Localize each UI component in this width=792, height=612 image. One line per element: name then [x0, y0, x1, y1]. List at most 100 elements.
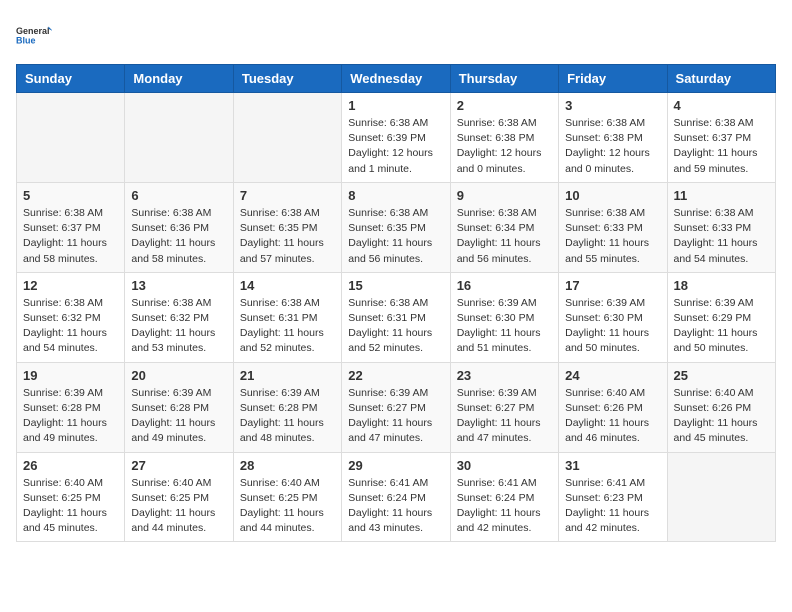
day-info: Sunrise: 6:41 AM Sunset: 6:24 PM Dayligh…: [348, 476, 443, 537]
calendar-cell: 27 Sunrise: 6:40 AM Sunset: 6:25 PM Dayli…: [125, 452, 233, 542]
header-friday: Friday: [559, 65, 667, 93]
day-number: 6: [131, 188, 226, 203]
logo-icon: General Blue: [16, 16, 52, 56]
day-number: 2: [457, 98, 552, 113]
day-info: Sunrise: 6:39 AM Sunset: 6:28 PM Dayligh…: [240, 386, 335, 447]
day-number: 22: [348, 368, 443, 383]
day-number: 26: [23, 458, 118, 473]
header-thursday: Thursday: [450, 65, 558, 93]
svg-text:General: General: [16, 26, 50, 36]
day-number: 31: [565, 458, 660, 473]
day-info: Sunrise: 6:40 AM Sunset: 6:25 PM Dayligh…: [131, 476, 226, 537]
day-info: Sunrise: 6:38 AM Sunset: 6:37 PM Dayligh…: [674, 116, 769, 177]
calendar-cell: 21 Sunrise: 6:39 AM Sunset: 6:28 PM Dayli…: [233, 362, 341, 452]
day-info: Sunrise: 6:38 AM Sunset: 6:39 PM Dayligh…: [348, 116, 443, 177]
svg-text:Blue: Blue: [16, 36, 36, 46]
calendar-cell: 2 Sunrise: 6:38 AM Sunset: 6:38 PM Daylig…: [450, 93, 558, 183]
day-info: Sunrise: 6:38 AM Sunset: 6:32 PM Dayligh…: [131, 296, 226, 357]
calendar-cell: 4 Sunrise: 6:38 AM Sunset: 6:37 PM Daylig…: [667, 93, 775, 183]
day-info: Sunrise: 6:38 AM Sunset: 6:38 PM Dayligh…: [565, 116, 660, 177]
day-number: 28: [240, 458, 335, 473]
calendar-cell: 5 Sunrise: 6:38 AM Sunset: 6:37 PM Daylig…: [17, 182, 125, 272]
calendar-cell: [17, 93, 125, 183]
day-number: 3: [565, 98, 660, 113]
calendar-cell: 14 Sunrise: 6:38 AM Sunset: 6:31 PM Dayli…: [233, 272, 341, 362]
day-number: 14: [240, 278, 335, 293]
calendar-cell: [667, 452, 775, 542]
header-tuesday: Tuesday: [233, 65, 341, 93]
calendar-cell: 3 Sunrise: 6:38 AM Sunset: 6:38 PM Daylig…: [559, 93, 667, 183]
header-saturday: Saturday: [667, 65, 775, 93]
day-info: Sunrise: 6:38 AM Sunset: 6:35 PM Dayligh…: [240, 206, 335, 267]
day-info: Sunrise: 6:39 AM Sunset: 6:28 PM Dayligh…: [131, 386, 226, 447]
calendar-cell: 8 Sunrise: 6:38 AM Sunset: 6:35 PM Daylig…: [342, 182, 450, 272]
day-number: 5: [23, 188, 118, 203]
day-info: Sunrise: 6:38 AM Sunset: 6:33 PM Dayligh…: [565, 206, 660, 267]
calendar-cell: 30 Sunrise: 6:41 AM Sunset: 6:24 PM Dayli…: [450, 452, 558, 542]
day-number: 16: [457, 278, 552, 293]
calendar-cell: 17 Sunrise: 6:39 AM Sunset: 6:30 PM Dayli…: [559, 272, 667, 362]
day-info: Sunrise: 6:40 AM Sunset: 6:25 PM Dayligh…: [240, 476, 335, 537]
day-info: Sunrise: 6:39 AM Sunset: 6:30 PM Dayligh…: [565, 296, 660, 357]
day-number: 9: [457, 188, 552, 203]
calendar-cell: 18Sunrise: 6:39 AM Sunset: 6:29 PM Dayli…: [667, 272, 775, 362]
day-number: 23: [457, 368, 552, 383]
day-info: Sunrise: 6:41 AM Sunset: 6:23 PM Dayligh…: [565, 476, 660, 537]
calendar-cell: 20Sunrise: 6:39 AM Sunset: 6:28 PM Dayli…: [125, 362, 233, 452]
calendar-cell: 7 Sunrise: 6:38 AM Sunset: 6:35 PM Daylig…: [233, 182, 341, 272]
day-number: 15: [348, 278, 443, 293]
calendar-cell: 16 Sunrise: 6:39 AM Sunset: 6:30 PM Dayli…: [450, 272, 558, 362]
day-info: Sunrise: 6:39 AM Sunset: 6:28 PM Dayligh…: [23, 386, 118, 447]
calendar-cell: 22 Sunrise: 6:39 AM Sunset: 6:27 PM Dayli…: [342, 362, 450, 452]
logo: General Blue: [16, 16, 52, 56]
day-number: 13: [131, 278, 226, 293]
calendar-week-0: 1Sunrise: 6:38 AM Sunset: 6:39 PM Daylig…: [17, 93, 776, 183]
day-info: Sunrise: 6:41 AM Sunset: 6:24 PM Dayligh…: [457, 476, 552, 537]
calendar-cell: 6 Sunrise: 6:38 AM Sunset: 6:36 PM Daylig…: [125, 182, 233, 272]
day-info: Sunrise: 6:39 AM Sunset: 6:30 PM Dayligh…: [457, 296, 552, 357]
day-number: 8: [348, 188, 443, 203]
day-info: Sunrise: 6:39 AM Sunset: 6:27 PM Dayligh…: [457, 386, 552, 447]
calendar-cell: 29 Sunrise: 6:41 AM Sunset: 6:24 PM Dayli…: [342, 452, 450, 542]
calendar-cell: 10 Sunrise: 6:38 AM Sunset: 6:33 PM Dayli…: [559, 182, 667, 272]
calendar-cell: [125, 93, 233, 183]
day-number: 29: [348, 458, 443, 473]
calendar-cell: 9 Sunrise: 6:38 AM Sunset: 6:34 PM Daylig…: [450, 182, 558, 272]
day-info: Sunrise: 6:40 AM Sunset: 6:25 PM Dayligh…: [23, 476, 118, 537]
day-info: Sunrise: 6:38 AM Sunset: 6:37 PM Dayligh…: [23, 206, 118, 267]
day-info: Sunrise: 6:38 AM Sunset: 6:35 PM Dayligh…: [348, 206, 443, 267]
day-number: 21: [240, 368, 335, 383]
calendar-cell: 12 Sunrise: 6:38 AM Sunset: 6:32 PM Dayli…: [17, 272, 125, 362]
calendar-week-2: 12 Sunrise: 6:38 AM Sunset: 6:32 PM Dayli…: [17, 272, 776, 362]
header-monday: Monday: [125, 65, 233, 93]
day-info: Sunrise: 6:38 AM Sunset: 6:34 PM Dayligh…: [457, 206, 552, 267]
day-number: 12: [23, 278, 118, 293]
day-number: 27: [131, 458, 226, 473]
day-number: 18: [674, 278, 769, 293]
day-number: 19: [23, 368, 118, 383]
day-number: 10: [565, 188, 660, 203]
calendar-header-row: SundayMondayTuesdayWednesdayThursdayFrid…: [17, 65, 776, 93]
day-info: Sunrise: 6:40 AM Sunset: 6:26 PM Dayligh…: [674, 386, 769, 447]
day-info: Sunrise: 6:38 AM Sunset: 6:38 PM Dayligh…: [457, 116, 552, 177]
calendar-cell: 28 Sunrise: 6:40 AM Sunset: 6:25 PM Dayli…: [233, 452, 341, 542]
calendar-cell: 1Sunrise: 6:38 AM Sunset: 6:39 PM Daylig…: [342, 93, 450, 183]
day-info: Sunrise: 6:40 AM Sunset: 6:26 PM Dayligh…: [565, 386, 660, 447]
day-number: 30: [457, 458, 552, 473]
calendar-cell: 31 Sunrise: 6:41 AM Sunset: 6:23 PM Dayli…: [559, 452, 667, 542]
day-info: Sunrise: 6:38 AM Sunset: 6:32 PM Dayligh…: [23, 296, 118, 357]
day-number: 7: [240, 188, 335, 203]
day-number: 4: [674, 98, 769, 113]
calendar-cell: 26 Sunrise: 6:40 AM Sunset: 6:25 PM Dayli…: [17, 452, 125, 542]
day-info: Sunrise: 6:39 AM Sunset: 6:27 PM Dayligh…: [348, 386, 443, 447]
calendar-week-1: 5 Sunrise: 6:38 AM Sunset: 6:37 PM Daylig…: [17, 182, 776, 272]
day-info: Sunrise: 6:38 AM Sunset: 6:36 PM Dayligh…: [131, 206, 226, 267]
calendar-cell: [233, 93, 341, 183]
day-number: 24: [565, 368, 660, 383]
day-info: Sunrise: 6:38 AM Sunset: 6:31 PM Dayligh…: [240, 296, 335, 357]
day-number: 17: [565, 278, 660, 293]
calendar-cell: 19 Sunrise: 6:39 AM Sunset: 6:28 PM Dayli…: [17, 362, 125, 452]
day-number: 25: [674, 368, 769, 383]
calendar-table: SundayMondayTuesdayWednesdayThursdayFrid…: [16, 64, 776, 542]
calendar-cell: 15Sunrise: 6:38 AM Sunset: 6:31 PM Dayli…: [342, 272, 450, 362]
